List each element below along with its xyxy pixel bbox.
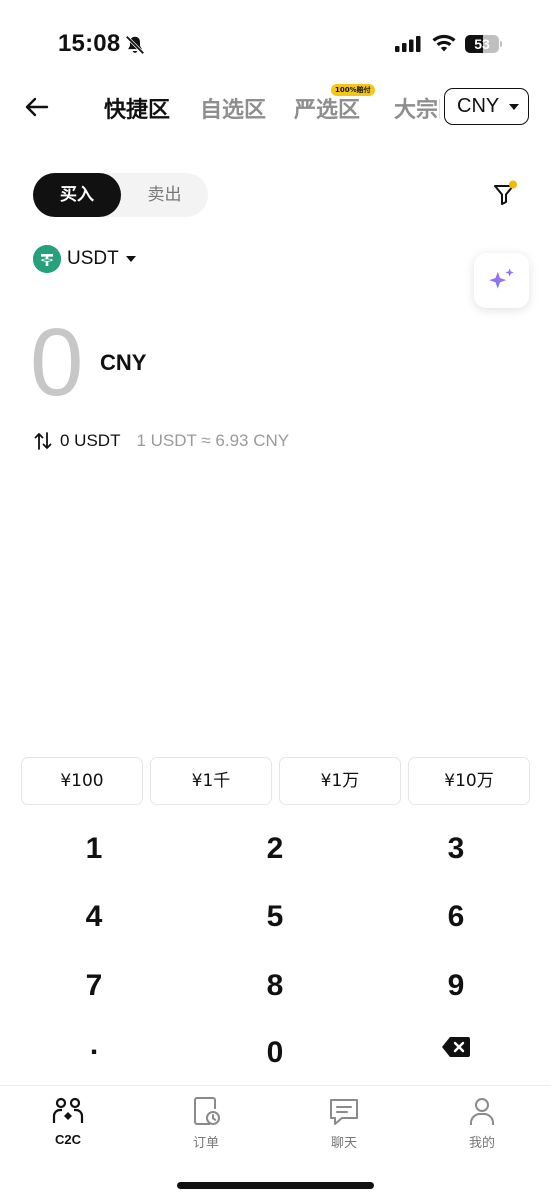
key-8[interactable]: 8 <box>200 956 350 1016</box>
chat-icon <box>330 1099 358 1125</box>
exchange-rate: 1 USDT ≈ 6.93 CNY <box>136 431 290 450</box>
back-arrow-icon[interactable] <box>22 92 52 122</box>
tab-favorites[interactable]: 自选区 <box>200 92 266 124</box>
quick-amount-button[interactable]: ¥1千 <box>150 757 272 805</box>
amount-currency: CNY <box>100 350 147 375</box>
sparkle-icon <box>488 267 514 289</box>
quick-amount-button[interactable]: ¥10万 <box>408 757 530 805</box>
key-0[interactable]: 0 <box>200 1023 350 1083</box>
key-4[interactable]: 4 <box>19 887 169 947</box>
key-6[interactable]: 6 <box>381 887 531 947</box>
tab-bulk[interactable]: 大宗区 <box>394 92 440 124</box>
coin-select[interactable]: USDT <box>33 244 136 274</box>
nav-chat[interactable]: 聊天 <box>284 1096 404 1156</box>
nav-c2c[interactable]: C2C <box>8 1096 128 1156</box>
coin-symbol: USDT <box>67 248 119 269</box>
numeric-keypad: 1 2 3 4 5 6 7 8 9 . 0 <box>0 815 551 1085</box>
key-7[interactable]: 7 <box>19 956 169 1016</box>
market-tabs: 快捷区 自选区 严选区 大宗区 <box>104 88 440 128</box>
quick-amount-button[interactable]: ¥100 <box>21 757 143 805</box>
buy-tab[interactable]: 买入 <box>33 173 121 217</box>
c2c-people-icon <box>52 1097 84 1123</box>
ai-assistant-button[interactable] <box>474 253 529 308</box>
key-3[interactable]: 3 <box>381 819 531 879</box>
status-bar: 15:08 53 <box>0 0 551 90</box>
quick-amount-row: ¥100 ¥1千 ¥1万 ¥10万 <box>21 757 530 805</box>
sell-tab[interactable]: 卖出 <box>121 173 208 217</box>
buy-sell-toggle: 买入 卖出 <box>33 173 208 217</box>
bell-off-icon <box>125 35 145 55</box>
wifi-icon <box>432 34 456 52</box>
quick-amount-button[interactable]: ¥1万 <box>279 757 401 805</box>
nav-orders[interactable]: 订单 <box>146 1096 266 1156</box>
key-2[interactable]: 2 <box>200 819 350 879</box>
tether-icon <box>33 245 61 273</box>
nav-label: 订单 <box>192 1136 219 1151</box>
home-indicator <box>177 1182 374 1189</box>
currency-select[interactable]: CNY <box>444 88 529 125</box>
converted-amount: 0 USDT <box>60 431 121 450</box>
nav-label: 我的 <box>468 1136 495 1151</box>
nav-profile[interactable]: 我的 <box>422 1096 542 1156</box>
amount-input-value[interactable]: 0 <box>30 308 83 418</box>
tab-quick[interactable]: 快捷区 <box>104 92 170 124</box>
key-1[interactable]: 1 <box>19 819 169 879</box>
conversion-row: 0 USDT 1 USDT ≈ 6.93 CNY <box>34 428 289 454</box>
status-time: 15:08 <box>58 30 121 57</box>
battery-icon: 53 <box>465 35 502 53</box>
caret-down-icon <box>509 103 520 110</box>
nav-label: 聊天 <box>330 1136 357 1151</box>
tab-verified[interactable]: 严选区 <box>294 92 360 124</box>
caret-down-icon <box>125 256 136 262</box>
profile-icon <box>470 1098 494 1125</box>
swap-arrows-icon[interactable] <box>34 431 52 451</box>
filter-icon[interactable] <box>491 180 519 208</box>
key-decimal[interactable]: . <box>19 1015 169 1075</box>
backspace-icon <box>442 1037 470 1057</box>
key-backspace[interactable] <box>381 1017 531 1077</box>
key-9[interactable]: 9 <box>381 956 531 1016</box>
nav-label: C2C <box>54 1132 81 1147</box>
signal-icon <box>395 36 421 52</box>
key-5[interactable]: 5 <box>200 887 350 947</box>
currency-select-value: CNY <box>457 95 500 117</box>
orders-icon <box>194 1097 220 1125</box>
guarantee-badge: 100%赔付 <box>331 84 375 96</box>
battery-level: 53 <box>474 36 490 52</box>
